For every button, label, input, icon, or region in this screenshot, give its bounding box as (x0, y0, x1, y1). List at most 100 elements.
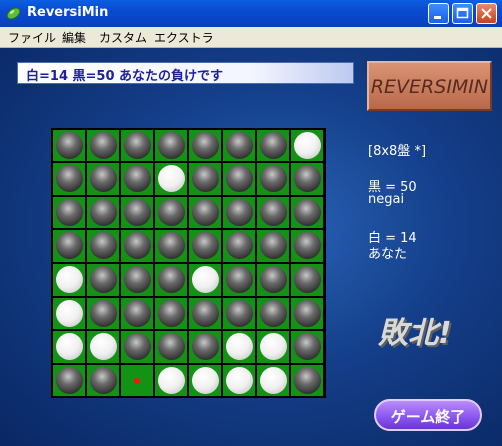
board-cell[interactable] (120, 331, 153, 363)
menu-bar: ファイル 編集 カスタム エクストラ (0, 27, 502, 48)
board-cell[interactable] (154, 196, 187, 229)
board-cell[interactable] (86, 163, 119, 195)
app-icon (6, 7, 21, 20)
board-cell[interactable] (290, 364, 323, 397)
board-cell[interactable] (52, 263, 85, 296)
board-cell[interactable] (86, 331, 119, 363)
board-cell[interactable] (256, 163, 289, 195)
game-board[interactable] (51, 128, 326, 398)
black-disc (123, 299, 151, 327)
black-disc (55, 165, 83, 193)
board-cell[interactable] (52, 163, 85, 195)
board-cell[interactable] (256, 331, 289, 363)
board-cell[interactable] (188, 129, 221, 162)
board-cell[interactable] (222, 129, 255, 162)
minimize-button[interactable] (428, 3, 449, 24)
board-cell[interactable] (154, 230, 187, 263)
end-game-button[interactable]: ゲーム終了 (374, 399, 482, 431)
maximize-button[interactable] (452, 3, 473, 24)
board-cell[interactable] (120, 129, 153, 162)
black-disc (157, 299, 185, 327)
board-cell[interactable] (256, 263, 289, 296)
black-disc (55, 366, 83, 394)
status-text: 白=14 黒=50 あなたの負けです (26, 69, 224, 84)
board-cell[interactable] (86, 364, 119, 397)
white-disc (191, 366, 219, 394)
board-cell[interactable] (222, 163, 255, 195)
board-cell[interactable] (154, 331, 187, 363)
menu-extra[interactable]: エクストラ (154, 29, 214, 46)
board-cell[interactable] (222, 297, 255, 330)
menu-file[interactable]: ファイル (8, 29, 56, 46)
board-cell[interactable] (154, 364, 187, 397)
board-cell[interactable] (52, 364, 85, 397)
black-player-name: negai (368, 192, 405, 207)
black-disc (157, 131, 185, 159)
board-cell[interactable] (256, 364, 289, 397)
board-cell[interactable] (86, 129, 119, 162)
white-disc (157, 366, 185, 394)
black-disc (259, 299, 287, 327)
title-bar[interactable]: ReversiMin (0, 0, 502, 27)
black-disc (89, 131, 117, 159)
board-cell[interactable] (52, 129, 85, 162)
board-cell[interactable] (120, 364, 153, 397)
board-cell[interactable] (188, 331, 221, 363)
board-cell[interactable] (52, 196, 85, 229)
menu-custom[interactable]: カスタム (99, 29, 147, 46)
board-cell[interactable] (290, 196, 323, 229)
game-area: 白=14 黒=50 あなたの負けです REVERSIMIN [8x8盤 *] 黒… (0, 48, 502, 446)
board-cell[interactable] (256, 196, 289, 229)
black-disc (225, 265, 253, 293)
board-cell[interactable] (188, 230, 221, 263)
board-cell[interactable] (52, 230, 85, 263)
board-cell[interactable] (256, 297, 289, 330)
black-disc (157, 198, 185, 226)
board-cell[interactable] (86, 297, 119, 330)
board-cell[interactable] (86, 230, 119, 263)
menu-edit[interactable]: 編集 (62, 29, 86, 46)
board-cell[interactable] (120, 163, 153, 195)
board-cell[interactable] (222, 364, 255, 397)
black-disc (191, 131, 219, 159)
board-cell[interactable] (222, 263, 255, 296)
board-cell[interactable] (120, 196, 153, 229)
board-cell[interactable] (120, 297, 153, 330)
black-disc (259, 165, 287, 193)
board-cell[interactable] (290, 163, 323, 195)
board-cell[interactable] (188, 196, 221, 229)
maximize-icon (456, 7, 469, 19)
board-cell[interactable] (290, 129, 323, 162)
board-cell[interactable] (52, 331, 85, 363)
black-disc (259, 131, 287, 159)
board-cell[interactable] (154, 263, 187, 296)
board-cell[interactable] (188, 364, 221, 397)
black-disc (293, 198, 321, 226)
board-cell[interactable] (154, 297, 187, 330)
white-disc (259, 333, 287, 361)
board-cell[interactable] (188, 163, 221, 195)
board-cell[interactable] (86, 196, 119, 229)
board-cell[interactable] (290, 230, 323, 263)
board-cell[interactable] (86, 263, 119, 296)
board-cell[interactable] (154, 129, 187, 162)
reversimin-logo-button[interactable]: REVERSIMIN (367, 61, 492, 111)
board-cell[interactable] (52, 297, 85, 330)
board-cell[interactable] (222, 196, 255, 229)
board-cell[interactable] (188, 297, 221, 330)
board-cell[interactable] (256, 129, 289, 162)
white-disc (157, 165, 185, 193)
board-cell[interactable] (290, 263, 323, 296)
board-cell[interactable] (154, 163, 187, 195)
close-button[interactable] (476, 3, 497, 24)
white-disc (89, 333, 117, 361)
board-cell[interactable] (120, 230, 153, 263)
board-cell[interactable] (222, 331, 255, 363)
board-cell[interactable] (290, 331, 323, 363)
black-disc (123, 131, 151, 159)
board-cell[interactable] (222, 230, 255, 263)
board-cell[interactable] (256, 230, 289, 263)
board-cell[interactable] (120, 263, 153, 296)
board-cell[interactable] (290, 297, 323, 330)
board-cell[interactable] (188, 263, 221, 296)
